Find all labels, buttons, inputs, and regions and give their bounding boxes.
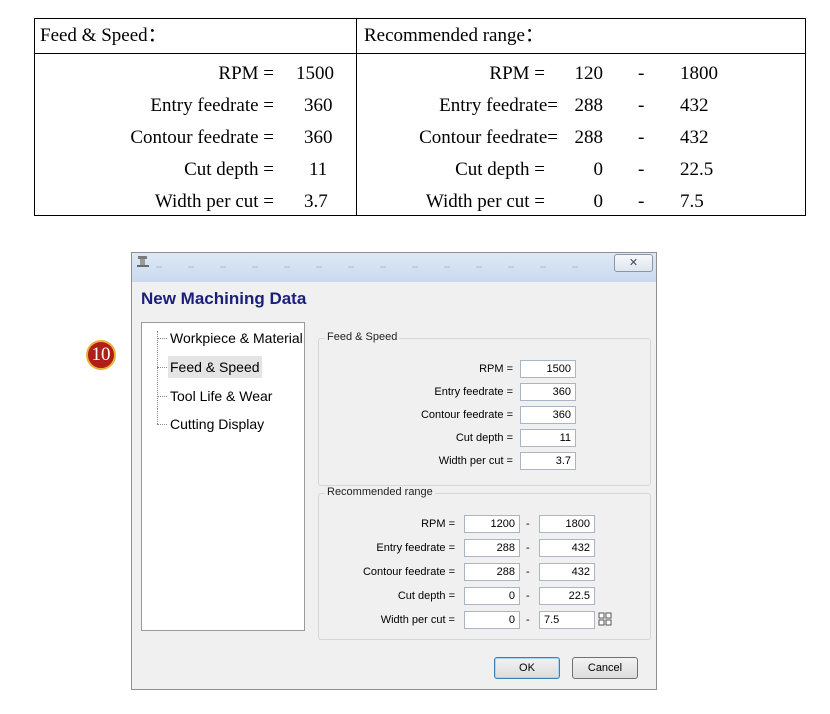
dialog-titlebar: ✕ bbox=[132, 253, 656, 282]
table-row-value: 1500 bbox=[296, 63, 334, 84]
rec-cut-depth-label: Cut depth = bbox=[397, 590, 455, 602]
rpm-input[interactable]: 1500 bbox=[520, 360, 576, 378]
range-separator: - bbox=[526, 590, 530, 602]
width-per-cut-input[interactable]: 3.7 bbox=[520, 452, 576, 470]
table-row-value: 11 bbox=[309, 159, 328, 180]
step-number-badge: 10 bbox=[86, 340, 116, 370]
table-row-range-max: 1800 bbox=[680, 63, 718, 84]
tree-connector bbox=[157, 367, 167, 368]
rec-width-per-cut-min-input[interactable]: 0 bbox=[464, 611, 520, 629]
range-separator: - bbox=[526, 566, 530, 578]
table-column-divider bbox=[356, 18, 357, 216]
recommended-range-group-title: Recommended range bbox=[325, 486, 435, 498]
tree-item-cutting-display[interactable]: Cutting Display bbox=[168, 413, 266, 435]
table-row-label: Width per cut = bbox=[154, 191, 274, 212]
rec-width-per-cut-label: Width per cut = bbox=[380, 614, 455, 626]
cancel-button[interactable]: Cancel bbox=[572, 657, 638, 679]
table-row-label: Cut depth = bbox=[184, 159, 274, 180]
grid-spin-icon[interactable] bbox=[598, 612, 612, 626]
rec-cut-depth-max-input[interactable]: 22.5 bbox=[539, 587, 595, 605]
table-row-value: 3.7 bbox=[304, 191, 328, 212]
table-header-recommended: Recommended range： bbox=[364, 25, 544, 46]
tree-connector bbox=[157, 396, 167, 397]
table-row-range-max: 432 bbox=[680, 127, 709, 148]
navigation-tree: Workpiece & Material Feed & Speed Tool L… bbox=[141, 322, 305, 631]
range-separator: - bbox=[526, 614, 530, 626]
feed-speed-group-title: Feed & Speed bbox=[325, 331, 400, 343]
table-header-feed-speed: Feed & Speed： bbox=[40, 25, 167, 46]
table-border-right bbox=[805, 18, 806, 216]
range-separator: - bbox=[526, 542, 530, 554]
table-row-range-label: Contour feedrate= bbox=[419, 127, 558, 148]
tree-connector bbox=[157, 424, 167, 425]
entry-feedrate-input[interactable]: 360 bbox=[520, 383, 576, 401]
width-per-cut-label: Width per cut = bbox=[438, 455, 513, 467]
tree-connector bbox=[157, 338, 167, 339]
rec-contour-feedrate-min-input[interactable]: 288 bbox=[464, 563, 520, 581]
contour-feedrate-input[interactable]: 360 bbox=[520, 406, 576, 424]
table-row-value: 360 bbox=[304, 95, 333, 116]
table-row-range-label: RPM = bbox=[489, 63, 545, 84]
table-row-range-min: 288 bbox=[574, 127, 604, 148]
contour-feedrate-label: Contour feedrate = bbox=[420, 409, 513, 421]
table-row-label: Entry feedrate = bbox=[150, 95, 274, 116]
ok-button[interactable]: OK bbox=[494, 657, 560, 679]
titlebar-texture bbox=[156, 266, 596, 268]
rec-rpm-min-input[interactable]: 1200 bbox=[464, 515, 520, 533]
rec-entry-feedrate-label: Entry feedrate = bbox=[376, 542, 455, 554]
close-button[interactable]: ✕ bbox=[614, 254, 653, 272]
close-icon: ✕ bbox=[628, 257, 639, 269]
table-row-range-sep: - bbox=[638, 191, 645, 212]
rec-entry-feedrate-max-input[interactable]: 432 bbox=[539, 539, 595, 557]
dialog-title: New Machining Data bbox=[141, 289, 307, 308]
rec-rpm-label: RPM = bbox=[421, 518, 455, 530]
tree-item-workpiece-material[interactable]: Workpiece & Material bbox=[168, 327, 305, 349]
table-row-range-label: Width per cut = bbox=[425, 191, 545, 212]
table-row-range-sep: - bbox=[638, 95, 645, 116]
new-machining-data-dialog: ✕ New Machining Data Workpiece & Materia… bbox=[131, 252, 657, 690]
table-row-range-max: 22.5 bbox=[680, 159, 714, 180]
table-row-range-min: 0 bbox=[593, 191, 604, 212]
table-row-range-sep: - bbox=[638, 63, 645, 84]
rec-contour-feedrate-max-input[interactable]: 432 bbox=[539, 563, 595, 581]
rec-cut-depth-min-input[interactable]: 0 bbox=[464, 587, 520, 605]
table-row-range-max: 432 bbox=[680, 95, 709, 116]
rec-width-per-cut-max-input[interactable]: 7.5 bbox=[539, 611, 595, 629]
cut-depth-input[interactable]: 11 bbox=[520, 429, 576, 447]
range-separator: - bbox=[526, 518, 530, 530]
reference-table: Feed & Speed： Recommended range： RPM = 1… bbox=[34, 18, 806, 216]
tree-connector-line bbox=[157, 331, 158, 409]
table-row-range-label: Entry feedrate= bbox=[439, 95, 558, 116]
table-header-divider bbox=[34, 53, 806, 54]
tree-item-tool-life-wear[interactable]: Tool Life & Wear bbox=[168, 385, 274, 407]
table-border-left bbox=[34, 18, 35, 216]
table-row-value: 360 bbox=[304, 127, 333, 148]
table-row-range-min: 0 bbox=[593, 159, 604, 180]
entry-feedrate-label: Entry feedrate = bbox=[434, 386, 513, 398]
rpm-label: RPM = bbox=[479, 363, 513, 375]
app-icon bbox=[137, 256, 149, 267]
table-row-range-sep: - bbox=[638, 127, 645, 148]
rec-entry-feedrate-min-input[interactable]: 288 bbox=[464, 539, 520, 557]
rec-rpm-max-input[interactable]: 1800 bbox=[539, 515, 595, 533]
rec-contour-feedrate-label: Contour feedrate = bbox=[362, 566, 455, 578]
tree-connector-line bbox=[157, 409, 158, 424]
tree-item-feed-speed[interactable]: Feed & Speed bbox=[168, 356, 262, 378]
table-row-range-label: Cut depth = bbox=[455, 159, 545, 180]
table-row-label: RPM = bbox=[218, 63, 274, 84]
table-border-bottom bbox=[34, 215, 806, 216]
table-row-range-min: 120 bbox=[574, 63, 604, 84]
table-border-top bbox=[34, 18, 806, 19]
table-row-range-min: 288 bbox=[574, 95, 604, 116]
cut-depth-label: Cut depth = bbox=[455, 432, 513, 444]
table-row-range-max: 7.5 bbox=[680, 191, 704, 212]
table-row-label: Contour feedrate = bbox=[130, 127, 274, 148]
table-row-range-sep: - bbox=[638, 159, 645, 180]
